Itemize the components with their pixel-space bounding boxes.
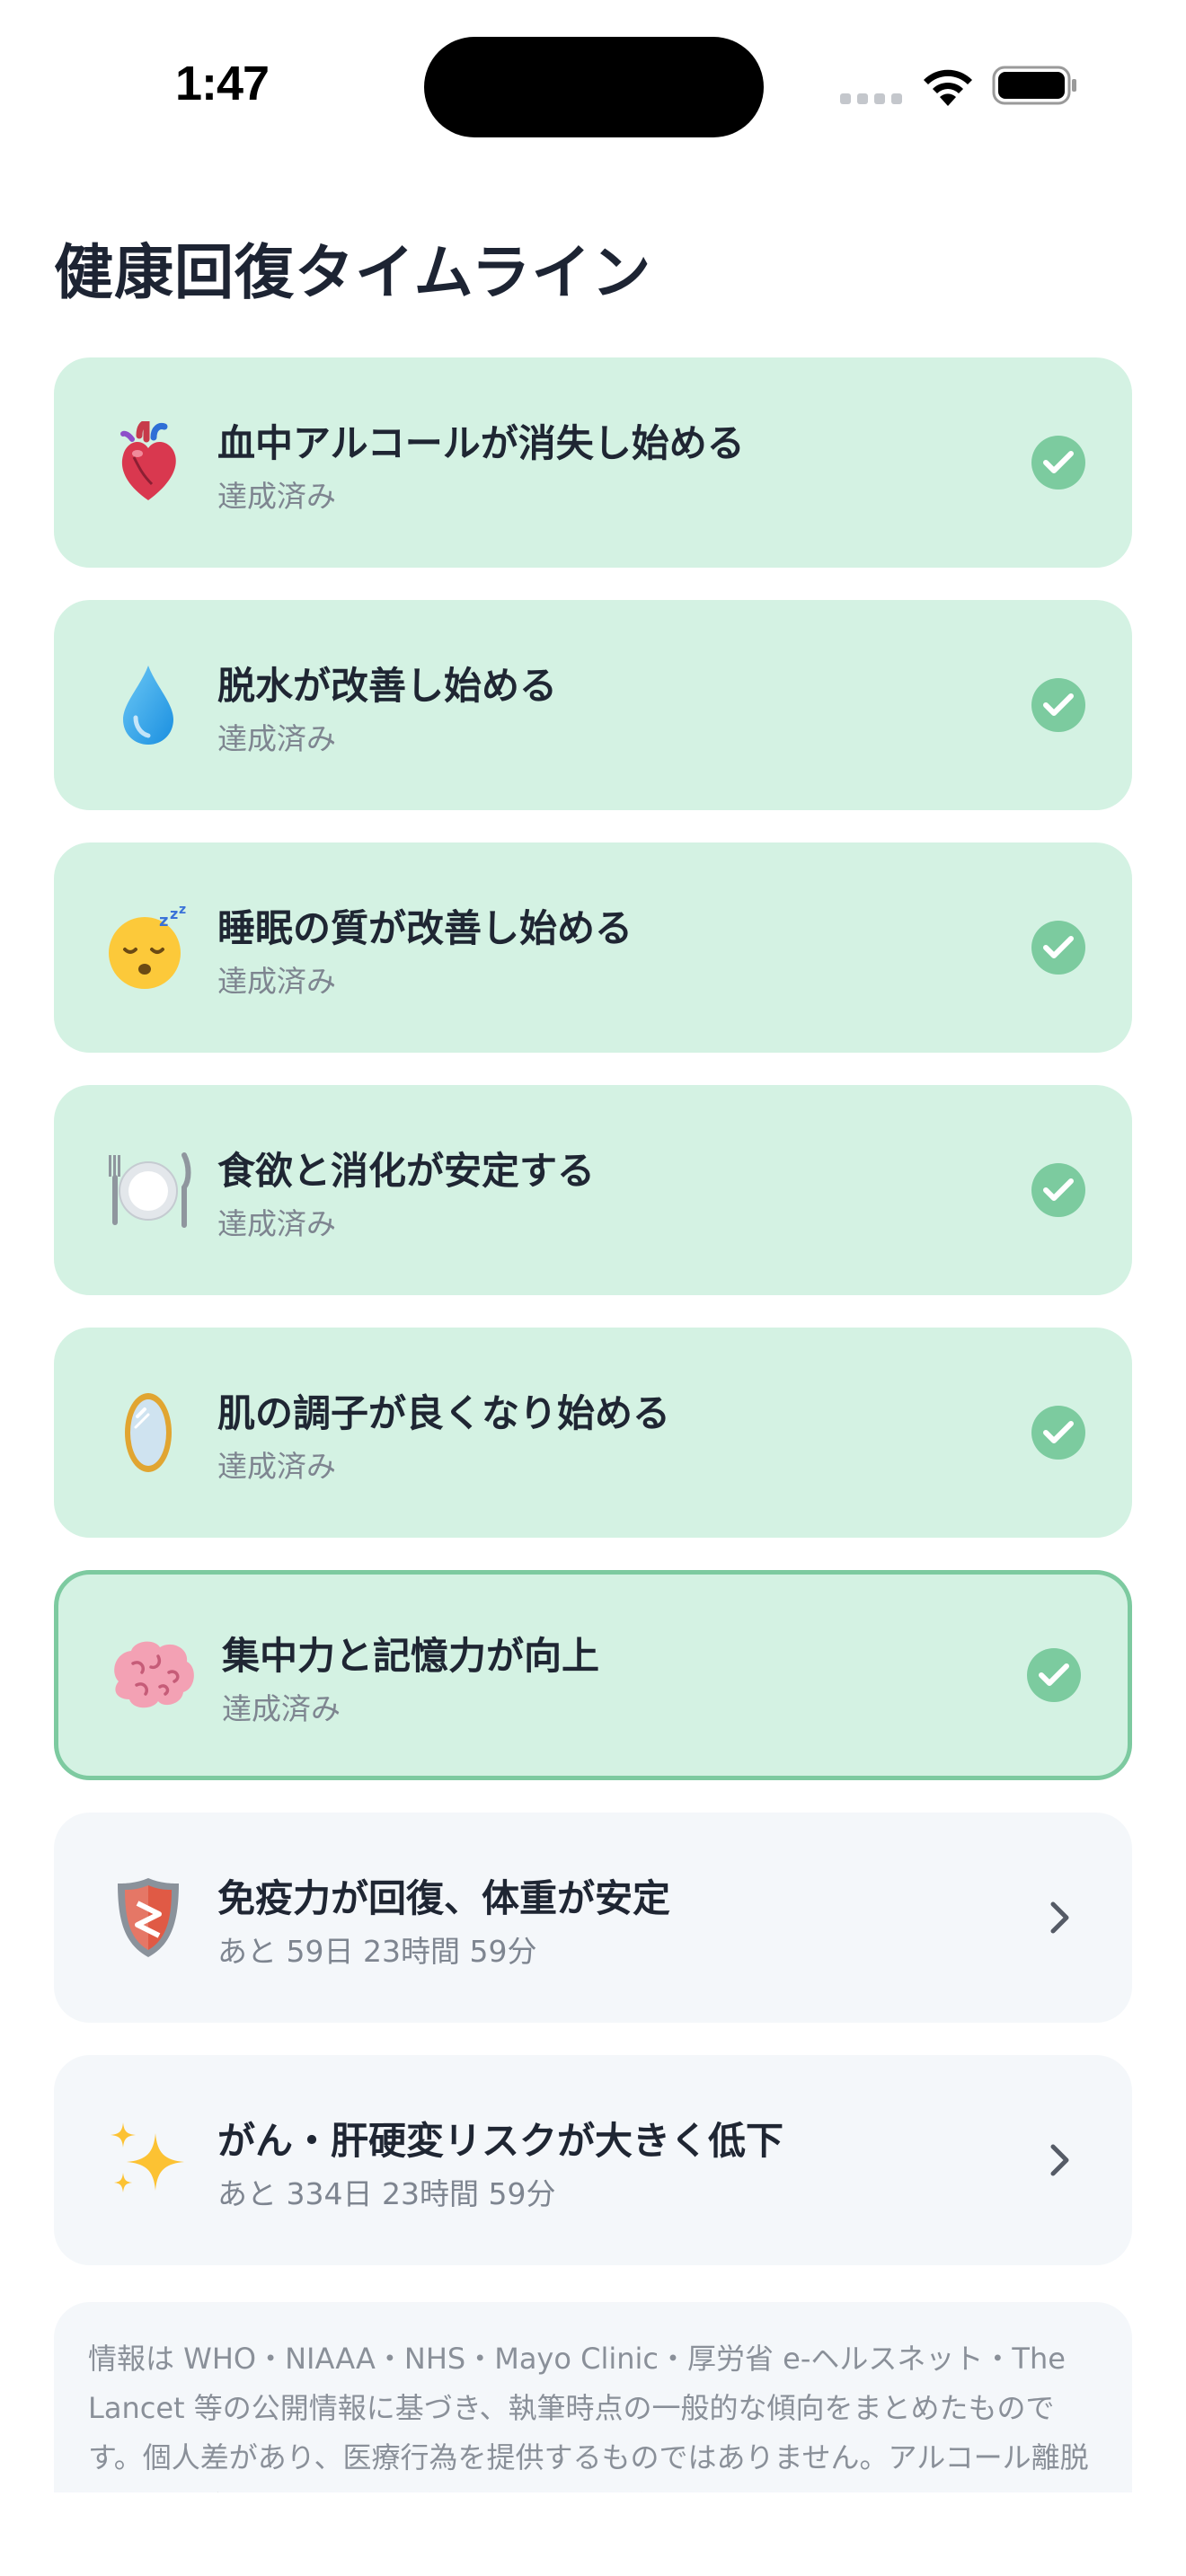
milestone-title: 睡眠の質が改善し始める (217, 906, 633, 950)
svg-text:z: z (170, 905, 178, 922)
milestone-countdown: あと 59日 23時間 59分 (217, 1934, 537, 1969)
milestone-title: 血中アルコールが消失し始める (217, 421, 745, 465)
svg-text:z: z (159, 912, 168, 931)
milestone-title: がん・肝硬変リスクが大きく低下 (217, 2119, 784, 2163)
milestone-card-latest[interactable]: 集中力と記憶力が向上 達成済み (54, 1570, 1132, 1780)
chevron-right-icon (1050, 1901, 1069, 1934)
milestone-status: 達成済み (217, 721, 336, 756)
milestone-card[interactable]: 肌の調子が良くなり始める 達成済み (54, 1328, 1132, 1538)
plate-cutlery-icon (99, 1141, 198, 1239)
milestone-status: 達成済み (217, 964, 336, 999)
status-time: 1:47 (175, 57, 270, 110)
milestone-title: 食欲と消化が安定する (217, 1149, 596, 1193)
milestone-title: 免疫力が回復、体重が安定 (217, 1876, 671, 1920)
anatomical-heart-icon (99, 413, 198, 512)
checkmark-icon (1031, 436, 1085, 490)
milestone-status: 達成済み (217, 1449, 336, 1484)
shield-icon (99, 1868, 198, 1967)
page-title: 健康回復タイムライン (54, 238, 652, 307)
milestone-status: 達成済み (217, 1206, 336, 1241)
milestone-card[interactable]: 脱水が改善し始める 達成済み (54, 600, 1132, 810)
chevron-right-icon (1050, 2144, 1069, 2176)
milestone-status: 達成済み (222, 1691, 341, 1726)
mirror-icon (99, 1383, 198, 1482)
cellular-signal-icon (840, 93, 902, 104)
checkmark-icon (1031, 921, 1085, 975)
sleeping-face-icon: z z z (99, 898, 198, 997)
svg-text:z: z (179, 903, 186, 917)
disclaimer-note: 情報は WHO・NIAAA・NHS・Mayo Clinic・厚労省 e-ヘルスネ… (54, 2302, 1132, 2492)
checkmark-icon (1031, 1163, 1085, 1217)
milestone-status: 達成済み (217, 479, 336, 514)
milestone-card[interactable]: z z z 睡眠の質が改善し始める 達成済み (54, 842, 1132, 1053)
status-bar: 1:47 (0, 0, 1186, 162)
milestone-countdown: あと 334日 23時間 59分 (217, 2176, 556, 2211)
wifi-icon (924, 69, 972, 106)
milestone-card[interactable]: 免疫力が回復、体重が安定 あと 59日 23時間 59分 (54, 1813, 1132, 2023)
battery-icon (992, 66, 1076, 105)
milestone-title: 肌の調子が良くなり始める (217, 1391, 671, 1435)
checkmark-icon (1031, 1406, 1085, 1460)
sparkles-icon (99, 2111, 198, 2210)
checkmark-icon (1027, 1648, 1081, 1702)
dynamic-island (424, 37, 764, 137)
milestone-card[interactable]: がん・肝硬変リスクが大きく低下 あと 334日 23時間 59分 (54, 2055, 1132, 2265)
milestone-title: 脱水が改善し始める (217, 664, 558, 708)
disclaimer-text: 情報は WHO・NIAAA・NHS・Mayo Clinic・厚労省 e-ヘルスネ… (88, 2342, 1089, 2492)
brain-icon (103, 1626, 202, 1725)
droplet-icon (99, 656, 198, 754)
milestone-card[interactable]: 血中アルコールが消失し始める 達成済み (54, 357, 1132, 568)
milestone-card[interactable]: 食欲と消化が安定する 達成済み (54, 1085, 1132, 1295)
milestone-list: 血中アルコールが消失し始める 達成済み 脱水が改善し始める 達成済み z z z… (54, 357, 1132, 2298)
milestone-title: 集中力と記憶力が向上 (222, 1634, 600, 1678)
checkmark-icon (1031, 678, 1085, 732)
